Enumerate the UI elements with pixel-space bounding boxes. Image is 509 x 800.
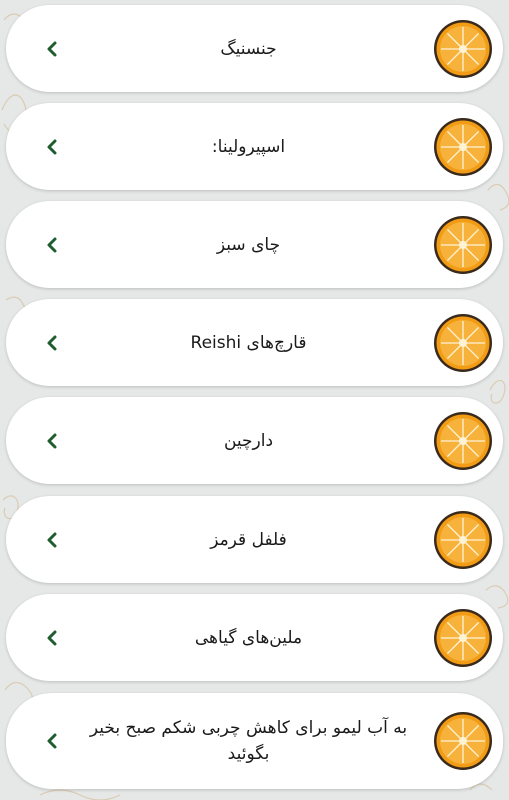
list-item-label: اسپیرولینا: — [211, 136, 286, 157]
list-item[interactable]: چای سبز — [6, 201, 503, 288]
list-item[interactable]: ملین‌های گیاهی — [6, 594, 503, 681]
chevron-left-icon — [40, 528, 64, 552]
chevron-left-icon — [40, 729, 64, 753]
list-item-label: ملین‌های گیاهی — [194, 627, 303, 648]
chevron-left-icon — [40, 37, 64, 61]
list-item[interactable]: اسپیرولینا: — [6, 103, 503, 190]
list-item[interactable]: قارچ‌های Reishi — [6, 299, 503, 386]
orange-slice-icon — [433, 117, 493, 177]
list-item-label: جنسنیگ — [220, 38, 277, 59]
orange-slice-icon — [433, 215, 493, 275]
list-item-label: قارچ‌های Reishi — [190, 332, 307, 353]
chevron-left-icon — [40, 331, 64, 355]
list-item[interactable]: فلفل قرمز — [6, 496, 503, 583]
orange-slice-icon — [433, 608, 493, 668]
orange-slice-icon — [433, 19, 493, 79]
list-item-label: فلفل قرمز — [210, 529, 287, 550]
chevron-left-icon — [40, 135, 64, 159]
orange-slice-icon — [433, 711, 493, 771]
list-item-label: دارچین — [223, 430, 274, 451]
orange-slice-icon — [433, 510, 493, 570]
list-item[interactable]: جنسنیگ — [6, 5, 503, 92]
list-item-label: به آب لیمو برای کاهش چربی شکم صبح بخیر ب… — [89, 718, 408, 764]
list-item[interactable]: دارچین — [6, 397, 503, 484]
list-item[interactable]: به آب لیمو برای کاهش چربی شکم صبح بخیر ب… — [6, 693, 503, 789]
list-item-label: چای سبز — [216, 234, 281, 255]
chevron-left-icon — [40, 429, 64, 453]
orange-slice-icon — [433, 411, 493, 471]
item-list: جنسنیگ اسپیرولینا: — [0, 0, 509, 800]
orange-slice-icon — [433, 313, 493, 373]
chevron-left-icon — [40, 626, 64, 650]
chevron-left-icon — [40, 233, 64, 257]
